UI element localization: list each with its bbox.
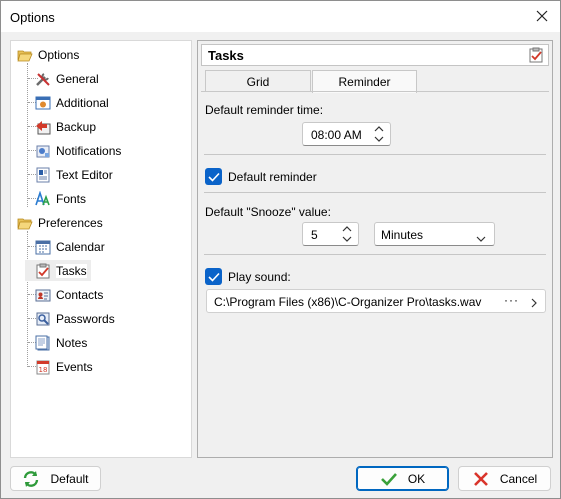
tree-item-additional[interactable]: Additional — [35, 93, 109, 113]
navigation-tree: Options General Additional Backup Notifi… — [10, 40, 192, 458]
default-button-label: Default — [50, 471, 89, 486]
tree-item-contacts[interactable]: Contacts — [35, 285, 103, 305]
folder-open-icon — [17, 47, 33, 63]
tab-grid[interactable]: Grid — [205, 70, 311, 92]
sound-file-path-input[interactable]: C:\Program Files (x86)\C-Organizer Pro\t… — [206, 289, 546, 313]
snooze-unit-value: Minutes — [381, 228, 424, 242]
tree-item-passwords[interactable]: Passwords — [35, 309, 115, 329]
snooze-value: 5 — [311, 228, 318, 242]
tree-item-label: Notes — [56, 336, 88, 350]
tree-group-label: Preferences — [38, 216, 103, 230]
folder-open-icon — [17, 215, 33, 231]
tools-icon — [35, 71, 51, 87]
snooze-label: Default "Snooze" value: — [205, 205, 331, 219]
tree-item-label: Backup — [56, 120, 97, 134]
tree-item-label: Tasks — [56, 264, 87, 278]
window-title: Options — [10, 10, 55, 25]
cancel-x-icon — [472, 470, 490, 488]
tree-item-label: Fonts — [56, 192, 87, 206]
tree-item-calendar[interactable]: Calendar — [35, 237, 105, 257]
tree-group-label: Options — [38, 48, 80, 62]
tree-item-label: General — [56, 72, 99, 86]
svg-text:18: 18 — [39, 366, 48, 374]
tree-item-label: Events — [56, 360, 93, 374]
tree-item-label: Notifications — [56, 144, 122, 158]
events-icon: 18 — [35, 359, 51, 375]
tree-item-label: Text Editor — [56, 168, 113, 182]
snooze-unit-dropdown[interactable]: Minutes — [374, 222, 495, 246]
reminder-time-spinner[interactable]: 08:00 AM — [302, 122, 391, 146]
close-icon — [536, 10, 548, 22]
checkmark-icon — [207, 272, 220, 282]
tree-item-label: Contacts — [56, 288, 104, 302]
tree-item-label: Calendar — [56, 240, 105, 254]
checkmark-icon — [380, 470, 398, 488]
sound-file-path: C:\Program Files (x86)\C-Organizer Pro\t… — [214, 295, 482, 309]
tree-group-options[interactable]: Options — [17, 45, 79, 65]
reminder-time-value: 08:00 AM — [311, 128, 362, 142]
tree-item-fonts[interactable]: Fonts — [35, 189, 86, 209]
tree-item-label: Additional — [56, 96, 109, 110]
notification-icon — [35, 143, 51, 159]
tree-item-text-editor[interactable]: Text Editor — [35, 165, 113, 185]
tree-item-notifications[interactable]: Notifications — [35, 141, 121, 161]
ok-button-label: OK — [407, 471, 426, 486]
tasks-settings-panel: Tasks Grid Reminder Default reminder tim… — [197, 40, 553, 458]
backup-icon — [35, 119, 51, 135]
tree-group-preferences[interactable]: Preferences — [17, 213, 103, 233]
tab-label: Reminder — [338, 75, 391, 89]
separator — [204, 254, 546, 255]
default-button[interactable]: Default — [10, 466, 101, 491]
chevron-down-icon — [476, 231, 486, 245]
title-bar: Options — [1, 1, 560, 32]
play-sound-checkbox[interactable] — [205, 268, 222, 285]
tab-divider — [201, 91, 549, 92]
refresh-icon — [22, 470, 40, 488]
tree-item-general[interactable]: General — [35, 69, 99, 89]
cancel-button-label: Cancel — [499, 471, 538, 486]
tree-item-tasks[interactable]: Tasks — [35, 261, 87, 281]
tree-item-backup[interactable]: Backup — [35, 117, 96, 137]
panel-header: Tasks — [201, 44, 549, 66]
spinner-arrows-icon[interactable] — [372, 124, 386, 144]
play-sound-label: Play sound: — [228, 270, 291, 284]
options-dialog: Options Options General Additional Backu… — [0, 0, 561, 499]
calendar-icon — [35, 239, 51, 255]
snooze-value-spinner[interactable]: 5 — [302, 222, 359, 246]
tab-reminder[interactable]: Reminder — [312, 70, 417, 93]
settings-window-icon — [35, 95, 51, 111]
tasks-icon — [35, 263, 51, 279]
ok-button[interactable]: OK — [356, 466, 449, 491]
panel-title: Tasks — [208, 48, 244, 63]
chevron-right-icon[interactable] — [531, 297, 537, 311]
default-reminder-label: Default reminder — [228, 170, 317, 184]
notes-icon — [35, 335, 51, 351]
separator — [204, 154, 546, 155]
tasks-icon — [528, 47, 544, 66]
tree-item-events[interactable]: 18 Events — [35, 357, 93, 377]
close-button[interactable] — [530, 5, 554, 27]
passwords-icon — [35, 311, 51, 327]
default-reminder-time-label: Default reminder time: — [205, 103, 324, 117]
default-reminder-checkbox[interactable] — [205, 168, 222, 185]
tab-label: Grid — [246, 74, 270, 89]
text-editor-icon — [35, 167, 51, 183]
tree-item-notes[interactable]: Notes — [35, 333, 87, 353]
spinner-arrows-icon[interactable] — [340, 224, 354, 244]
tree-item-label: Passwords — [56, 312, 115, 326]
checkmark-icon — [207, 172, 220, 182]
fonts-icon — [35, 191, 51, 207]
contacts-icon — [35, 287, 51, 303]
cancel-button[interactable]: Cancel — [458, 466, 551, 491]
browse-button[interactable]: ··· — [504, 293, 519, 307]
separator — [204, 192, 546, 193]
